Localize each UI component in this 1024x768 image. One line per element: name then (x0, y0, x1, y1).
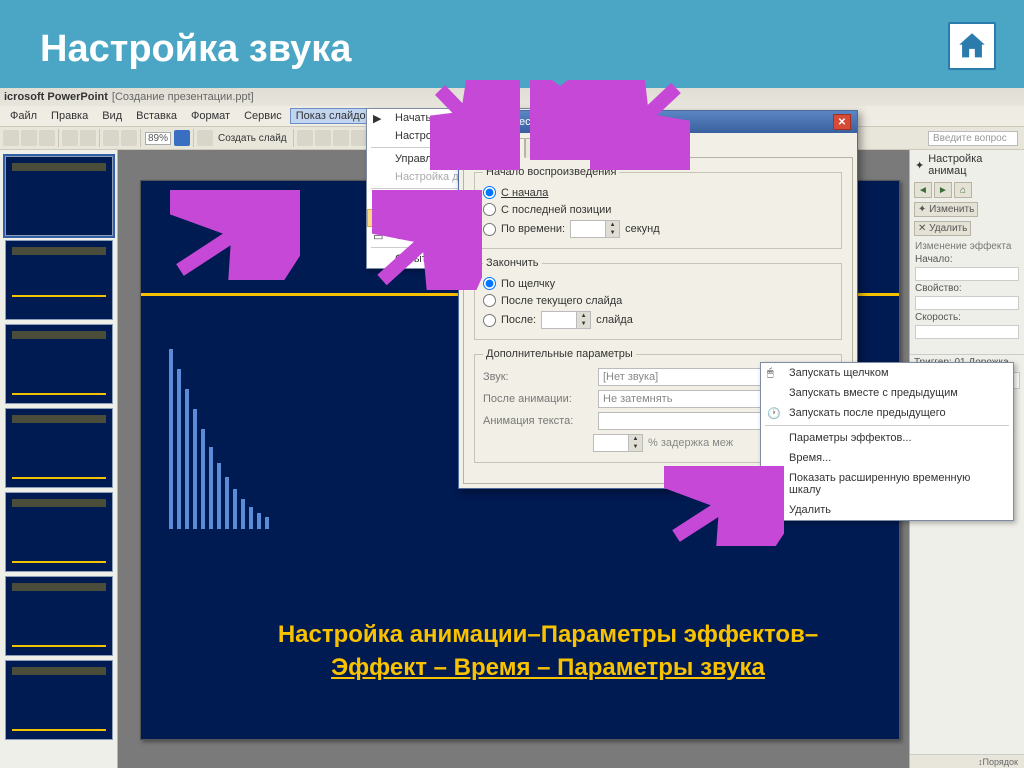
group-start: Начало воспроизведения С начала С послед… (474, 166, 842, 249)
ctx-delete[interactable]: Удалить (761, 500, 1013, 520)
thumb-3[interactable] (5, 324, 113, 404)
tp-speed-field[interactable] (915, 325, 1019, 339)
thumb-5[interactable] (5, 492, 113, 572)
create-slide-label[interactable]: Создать слайд (218, 133, 287, 144)
tp-section-label: Изменение эффекта (910, 238, 1024, 253)
menu-slideshow[interactable]: Показ слайдов (290, 108, 378, 124)
tab-sound-params[interactable]: Параметры звука (578, 138, 687, 158)
ctx-timing[interactable]: Время... (761, 448, 1013, 468)
slide-thumbnails[interactable] (0, 150, 118, 768)
redo-icon[interactable] (121, 130, 137, 146)
newslide-icon[interactable] (197, 130, 213, 146)
mouse-icon: 🖱 (767, 367, 781, 381)
thumb-6[interactable] (5, 576, 113, 656)
clock-icon: 🕐 (767, 407, 781, 421)
undo-icon[interactable] (103, 130, 119, 146)
decorative-bars (169, 329, 269, 529)
menu-edit[interactable]: Правка (45, 108, 94, 124)
print-icon[interactable] (62, 130, 78, 146)
dialog-titlebar[interactable]: Воспроизвести Звук ✕ (459, 111, 857, 133)
ctx-start-onclick[interactable]: 🖱Запускать щелчком (761, 363, 1013, 383)
preview-icon[interactable] (80, 130, 96, 146)
thumb-1[interactable] (5, 156, 113, 236)
home-icon (955, 29, 989, 63)
radio-from-beginning[interactable] (483, 186, 496, 199)
home-button[interactable] (948, 22, 996, 70)
radio-on-click[interactable] (483, 277, 496, 290)
tp-fwd-icon[interactable]: ► (934, 182, 952, 198)
tp-back-icon[interactable]: ◄ (914, 182, 932, 198)
end-after-spinner[interactable]: ▲▼ (541, 311, 591, 329)
transition-icon: ▭ (373, 230, 387, 244)
tp-home-icon[interactable]: ⌂ (954, 182, 972, 198)
taskpane-title: ✦ Настройка анимац (910, 150, 1024, 180)
thumb-2[interactable] (5, 240, 113, 320)
group-end: Закончить По щелчку После текущего слайд… (474, 257, 842, 340)
ctx-show-timeline[interactable]: Показать расширенную временную шкалу (761, 468, 1013, 500)
dialog-title-text: Воспроизвести Звук (465, 116, 567, 128)
anim-icon: ✦ (374, 213, 388, 227)
thumb-7[interactable] (5, 660, 113, 740)
ctx-start-after-prev[interactable]: 🕐Запускать после предыдущего (761, 403, 1013, 423)
menu-format[interactable]: Формат (185, 108, 236, 124)
start-time-spinner[interactable]: ▲▼ (570, 220, 620, 238)
tp-property-field[interactable] (915, 296, 1019, 310)
tab-time[interactable]: Время (525, 138, 578, 158)
tp-start-field[interactable] (915, 267, 1019, 281)
thumb-4[interactable] (5, 408, 113, 488)
zoom-combo[interactable]: 89% (145, 132, 171, 145)
page-title: Настройка звука (0, 0, 1024, 77)
open-icon[interactable] (21, 130, 37, 146)
star-icon: ★ (373, 194, 387, 208)
radio-after-n[interactable] (483, 314, 496, 327)
ask-input[interactable]: Введите вопрос (928, 131, 1018, 146)
statusbar: ↕ Порядок (910, 754, 1024, 768)
delay-spinner[interactable]: ▲▼ (593, 434, 643, 452)
effect-context-menu[interactable]: 🖱Запускать щелчком Запускать вместе с пр… (760, 362, 1014, 521)
menu-view[interactable]: Вид (96, 108, 128, 124)
slide-caption: Настройка анимации–Параметры эффектов– Э… (237, 618, 859, 685)
play-icon: ▶ (373, 112, 387, 126)
radio-by-time[interactable] (483, 223, 496, 236)
dialog-close-button[interactable]: ✕ (833, 114, 851, 130)
ctx-effect-params[interactable]: Параметры эффектов... (761, 428, 1013, 448)
tp-delete-button[interactable]: ✕ Удалить (914, 221, 971, 236)
tab-effect[interactable]: Эффект (463, 138, 525, 158)
radio-from-last[interactable] (483, 203, 496, 216)
radio-after-slide[interactable] (483, 294, 496, 307)
save-icon[interactable] (39, 130, 55, 146)
tp-change-button[interactable]: ✦ Изменить (914, 202, 978, 217)
window-titlebar: icrosoft PowerPoint [Создание презентаци… (0, 88, 1024, 106)
menu-tools[interactable]: Сервис (238, 108, 288, 124)
help-icon[interactable] (174, 130, 190, 146)
menu-file[interactable]: Файл (4, 108, 43, 124)
ctx-start-with-prev[interactable]: Запускать вместе с предыдущим (761, 383, 1013, 403)
menu-insert[interactable]: Вставка (130, 108, 183, 124)
new-icon[interactable] (3, 130, 19, 146)
